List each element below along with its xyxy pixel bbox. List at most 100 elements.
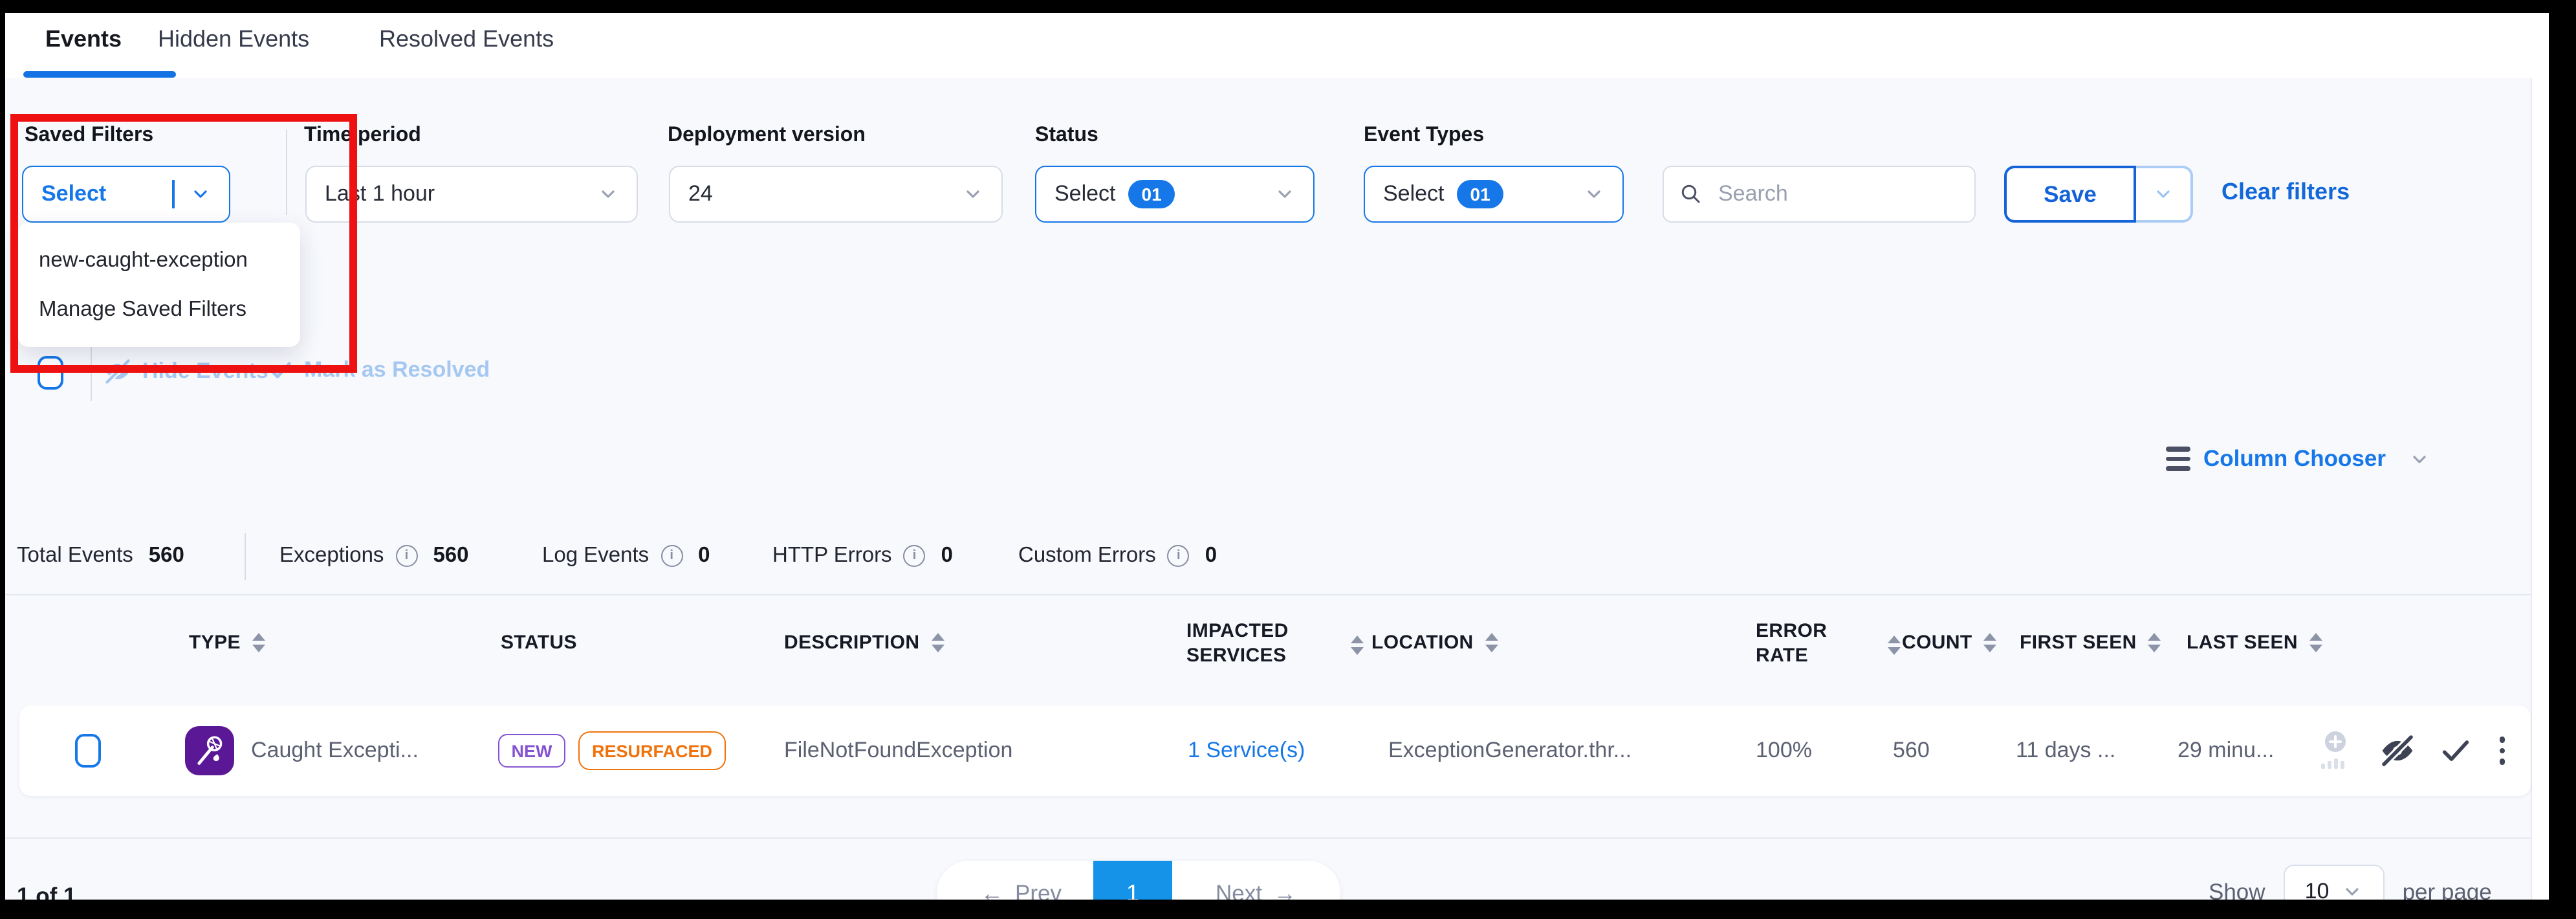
cell-impacted-services-link[interactable]: 1 Service(s) <box>1188 738 1305 764</box>
row-checkbox[interactable] <box>75 734 101 768</box>
save-split-button: Save <box>2004 166 2193 223</box>
saved-filters-menu: new-caught-exception Manage Saved Filter… <box>18 223 300 347</box>
cell-count: 560 <box>1893 738 1930 764</box>
stat-value: 560 <box>149 544 184 568</box>
hide-events-label: Hide Events <box>142 359 268 384</box>
pagination: ← Prev 1 Next → <box>937 861 1340 900</box>
column-chooser-label: Column Chooser <box>2203 445 2386 472</box>
page-number-button[interactable]: 1 <box>1093 861 1172 900</box>
deployment-version-select[interactable]: 24 <box>669 166 1003 223</box>
stat-exceptions: Exceptions 560 <box>279 544 469 568</box>
sort-icon[interactable] <box>1351 636 1364 655</box>
page-summary: 1 of 1 <box>17 883 76 900</box>
stat-custom-errors: Custom Errors 0 <box>1018 544 1217 568</box>
stat-value: 0 <box>1205 544 1217 568</box>
sort-icon[interactable] <box>1888 636 1901 655</box>
search-box <box>1663 166 1976 223</box>
hide-event-icon[interactable] <box>2378 731 2417 770</box>
deployment-version-value: 24 <box>688 181 963 207</box>
column-header-last-seen[interactable]: LAST SEEN <box>2187 632 2322 654</box>
chevron-down-icon <box>598 184 618 205</box>
scrollbar-track[interactable] <box>2531 78 2549 900</box>
sort-icon[interactable] <box>2309 633 2322 652</box>
search-input[interactable] <box>1716 180 1959 208</box>
column-header-error-rate[interactable]: ERROR RATE <box>1756 620 1833 669</box>
cell-first-seen: 11 days ... <box>2016 738 2115 764</box>
event-types-select[interactable]: Select 01 <box>1364 166 1624 223</box>
search-icon <box>1679 183 1703 206</box>
sort-icon[interactable] <box>1984 633 1997 652</box>
save-dropdown-button[interactable] <box>2136 166 2193 223</box>
time-period-value: Last 1 hour <box>325 181 598 207</box>
filter-group-divider <box>286 129 287 215</box>
cell-type: Caught Excepti... <box>251 738 419 764</box>
hide-events-button[interactable]: Hide Events <box>104 357 268 386</box>
check-icon <box>268 357 294 383</box>
clear-filters-link[interactable]: Clear filters <box>2221 179 2350 206</box>
bulk-actions-divider <box>91 344 92 401</box>
saved-filter-option[interactable]: new-caught-exception <box>18 236 300 285</box>
time-period-label: Time period <box>304 124 421 148</box>
stat-value: 560 <box>433 544 468 568</box>
chevron-down-icon <box>2409 448 2430 469</box>
sort-icon[interactable] <box>2148 633 2161 652</box>
mark-as-resolved-button[interactable]: Mark as Resolved <box>268 357 490 383</box>
footer-divider <box>5 837 2531 839</box>
info-icon[interactable] <box>660 545 682 567</box>
info-icon[interactable] <box>1168 545 1190 567</box>
select-all-checkbox[interactable] <box>38 356 63 390</box>
status-badge-resurfaced: RESURFACED <box>578 731 726 770</box>
page-size-select[interactable]: 10 <box>2284 864 2385 900</box>
save-button[interactable]: Save <box>2004 166 2136 223</box>
stat-label: Exceptions <box>279 544 384 568</box>
column-header-first-seen[interactable]: FIRST SEEN <box>2020 632 2161 654</box>
prev-page-button[interactable]: ← Prev <box>981 880 1062 900</box>
chevron-down-icon <box>190 184 211 205</box>
page-size-control: Show 10 per page <box>2209 861 2492 900</box>
status-badge-new: NEW <box>498 734 565 768</box>
row-menu-icon[interactable] <box>2494 733 2510 769</box>
eye-off-icon <box>104 357 132 386</box>
column-header-location[interactable]: LOCATION <box>1371 632 1498 654</box>
column-header-impacted-services[interactable]: IMPACTED SERVICES <box>1186 620 1305 669</box>
deployment-version-label: Deployment version <box>668 124 866 148</box>
active-tab-underline <box>23 71 176 78</box>
stat-label: Total Events <box>17 544 133 568</box>
column-header-type[interactable]: TYPE <box>189 632 265 654</box>
column-chooser-button[interactable]: Column Chooser <box>2166 445 2430 472</box>
event-types-label: Event Types <box>1364 124 1484 148</box>
status-label: Status <box>1035 124 1098 148</box>
resolve-event-icon[interactable] <box>2438 733 2474 769</box>
events-content: Saved Filters Time period Deployment ver… <box>5 78 2549 900</box>
stats-table-divider <box>5 594 2531 595</box>
time-period-select[interactable]: Last 1 hour <box>305 166 638 223</box>
chevron-down-icon <box>1584 184 1604 205</box>
table-row[interactable]: Caught Excepti... NEW RESURFACED FileNot… <box>19 705 2531 796</box>
tab-resolved-events[interactable]: Resolved Events <box>379 26 554 53</box>
sort-icon[interactable] <box>931 633 944 652</box>
stat-label: Log Events <box>542 544 649 568</box>
app-window: Events Hidden Events Resolved Events Sav… <box>5 13 2549 900</box>
stat-http-errors: HTTP Errors 0 <box>772 544 953 568</box>
next-label: Next <box>1216 880 1262 900</box>
status-value: Select <box>1054 181 1116 207</box>
cell-description: FileNotFoundException <box>784 738 1012 764</box>
next-page-button[interactable]: Next → <box>1216 880 1296 900</box>
tab-bar: Events Hidden Events Resolved Events <box>5 13 2549 79</box>
chevron-down-icon <box>2342 881 2363 900</box>
sort-icon[interactable] <box>252 633 265 652</box>
sort-icon[interactable] <box>1485 633 1498 652</box>
column-header-count[interactable]: COUNT <box>1902 632 1997 654</box>
saved-filters-select[interactable]: Select <box>22 166 230 223</box>
chevron-down-icon <box>963 184 983 205</box>
stat-value: 0 <box>941 544 953 568</box>
event-types-value: Select <box>1383 181 1445 207</box>
info-icon[interactable] <box>395 545 417 567</box>
status-select[interactable]: Select 01 <box>1035 166 1315 223</box>
column-header-description[interactable]: DESCRIPTION <box>784 632 944 654</box>
info-icon[interactable] <box>904 545 926 567</box>
tab-hidden-events[interactable]: Hidden Events <box>158 26 309 53</box>
tab-events[interactable]: Events <box>45 26 122 53</box>
per-page-label: per page <box>2403 878 2492 900</box>
manage-saved-filters-option[interactable]: Manage Saved Filters <box>18 285 300 334</box>
